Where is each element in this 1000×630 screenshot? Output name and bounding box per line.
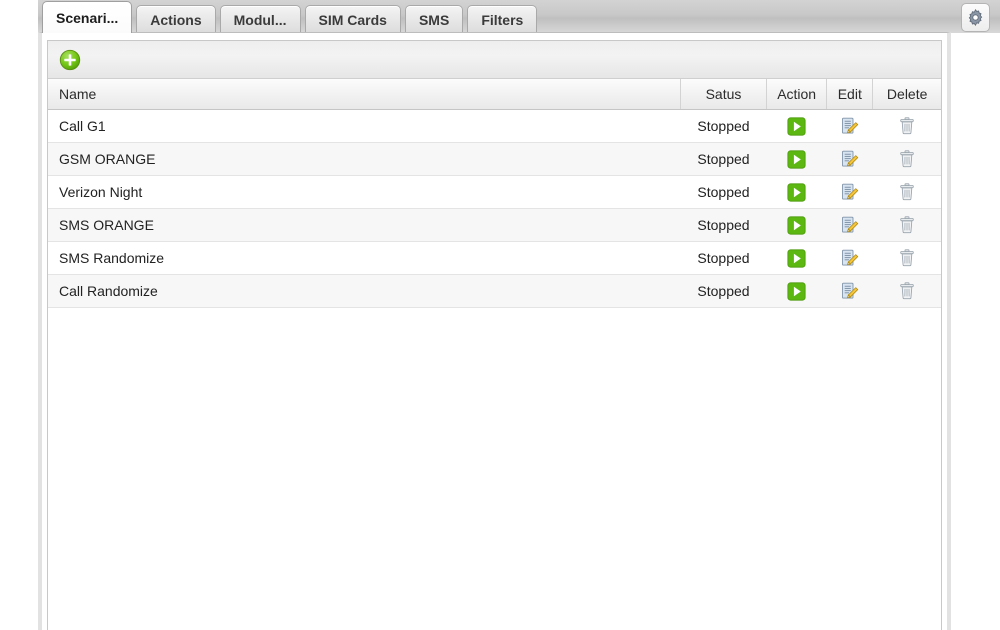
scenarios-pane: Name Satus Action Edit Delete Call G1 Sto… [47, 40, 942, 630]
tab-modules[interactable]: Modul... [219, 5, 301, 33]
trash-can-icon [897, 215, 917, 235]
tab-list: Scenari... Actions Modul... SIM Cards SM… [42, 1, 541, 33]
content-panel: Name Satus Action Edit Delete Call G1 Sto… [38, 32, 951, 630]
tab-sim-cards[interactable]: SIM Cards [304, 5, 401, 33]
table-body: Call G1 Stopped GSM ORANGE Stopped Veriz… [48, 109, 941, 308]
trash-can-icon [897, 149, 917, 169]
edit-document-pencil-icon [839, 149, 860, 170]
grid-toolbar [48, 41, 941, 79]
start-scenario-button[interactable] [766, 142, 827, 176]
cell-scenario-name: Verizon Night [48, 175, 681, 209]
delete-scenario-button[interactable] [872, 241, 941, 275]
edit-document-pencil-icon [839, 248, 860, 269]
add-scenario-button[interactable] [59, 49, 81, 71]
play-icon [787, 215, 806, 235]
edit-scenario-button[interactable] [826, 142, 873, 176]
trash-can-icon [897, 281, 917, 301]
application-window: Scenari... Actions Modul... SIM Cards SM… [0, 0, 1000, 630]
tab-scenarios[interactable]: Scenari... [42, 1, 133, 33]
cell-status: Stopped [680, 241, 767, 275]
cell-scenario-name: GSM ORANGE [48, 142, 681, 176]
delete-scenario-button[interactable] [872, 109, 941, 143]
start-scenario-button[interactable] [766, 208, 827, 242]
cell-scenario-name: SMS Randomize [48, 241, 681, 275]
play-icon [787, 149, 806, 169]
cell-status: Stopped [680, 142, 767, 176]
table-row[interactable]: Call Randomize Stopped [48, 274, 941, 308]
edit-scenario-button[interactable] [826, 109, 873, 143]
start-scenario-button[interactable] [766, 109, 827, 143]
tab-bar: Scenari... Actions Modul... SIM Cards SM… [38, 0, 1000, 33]
table-row[interactable]: SMS ORANGE Stopped [48, 208, 941, 242]
tab-label: Actions [150, 11, 202, 28]
edit-scenario-button[interactable] [826, 274, 873, 308]
tab-label: Filters [481, 11, 524, 28]
tab-actions[interactable]: Actions [136, 5, 216, 33]
column-header-edit[interactable]: Edit [826, 79, 874, 110]
start-scenario-button[interactable] [766, 241, 827, 275]
trash-can-icon [897, 116, 917, 136]
cell-scenario-name: Call G1 [48, 109, 681, 143]
play-icon [787, 182, 806, 202]
edit-document-pencil-icon [839, 215, 860, 236]
gear-icon [968, 8, 983, 27]
play-icon [787, 116, 806, 136]
column-header-delete[interactable]: Delete [872, 79, 941, 110]
column-header-name[interactable]: Name [48, 79, 681, 110]
edit-scenario-button[interactable] [826, 175, 873, 209]
edit-scenario-button[interactable] [826, 208, 873, 242]
cell-scenario-name: SMS ORANGE [48, 208, 681, 242]
cell-status: Stopped [680, 175, 767, 209]
start-scenario-button[interactable] [766, 274, 827, 308]
cell-scenario-name: Call Randomize [48, 274, 681, 308]
cell-status: Stopped [680, 208, 767, 242]
start-scenario-button[interactable] [766, 175, 827, 209]
tab-label: Scenari... [56, 9, 119, 26]
scenarios-table: Name Satus Action Edit Delete Call G1 Sto… [48, 79, 941, 308]
delete-scenario-button[interactable] [872, 274, 941, 308]
table-row[interactable]: Call G1 Stopped [48, 109, 941, 143]
trash-can-icon [897, 248, 917, 268]
edit-scenario-button[interactable] [826, 241, 873, 275]
tab-label: SIM Cards [318, 11, 387, 28]
delete-scenario-button[interactable] [872, 208, 941, 242]
tab-label: SMS [418, 11, 450, 28]
tab-sms[interactable]: SMS [404, 5, 464, 33]
table-row[interactable]: GSM ORANGE Stopped [48, 142, 941, 176]
edit-document-pencil-icon [839, 281, 860, 302]
play-icon [787, 281, 806, 301]
play-icon [787, 248, 806, 268]
trash-can-icon [897, 182, 917, 202]
table-row[interactable]: SMS Randomize Stopped [48, 241, 941, 275]
cell-status: Stopped [680, 109, 767, 143]
tab-filters[interactable]: Filters [467, 5, 538, 33]
delete-scenario-button[interactable] [872, 142, 941, 176]
table-header-row: Name Satus Action Edit Delete [48, 79, 941, 110]
column-header-action[interactable]: Action [766, 79, 828, 110]
edit-document-pencil-icon [839, 116, 860, 137]
table-row[interactable]: Verizon Night Stopped [48, 175, 941, 209]
edit-document-pencil-icon [839, 182, 860, 203]
column-header-status[interactable]: Satus [680, 79, 768, 110]
tab-label: Modul... [233, 11, 287, 28]
settings-button[interactable] [961, 3, 990, 32]
delete-scenario-button[interactable] [872, 175, 941, 209]
cell-status: Stopped [680, 274, 767, 308]
